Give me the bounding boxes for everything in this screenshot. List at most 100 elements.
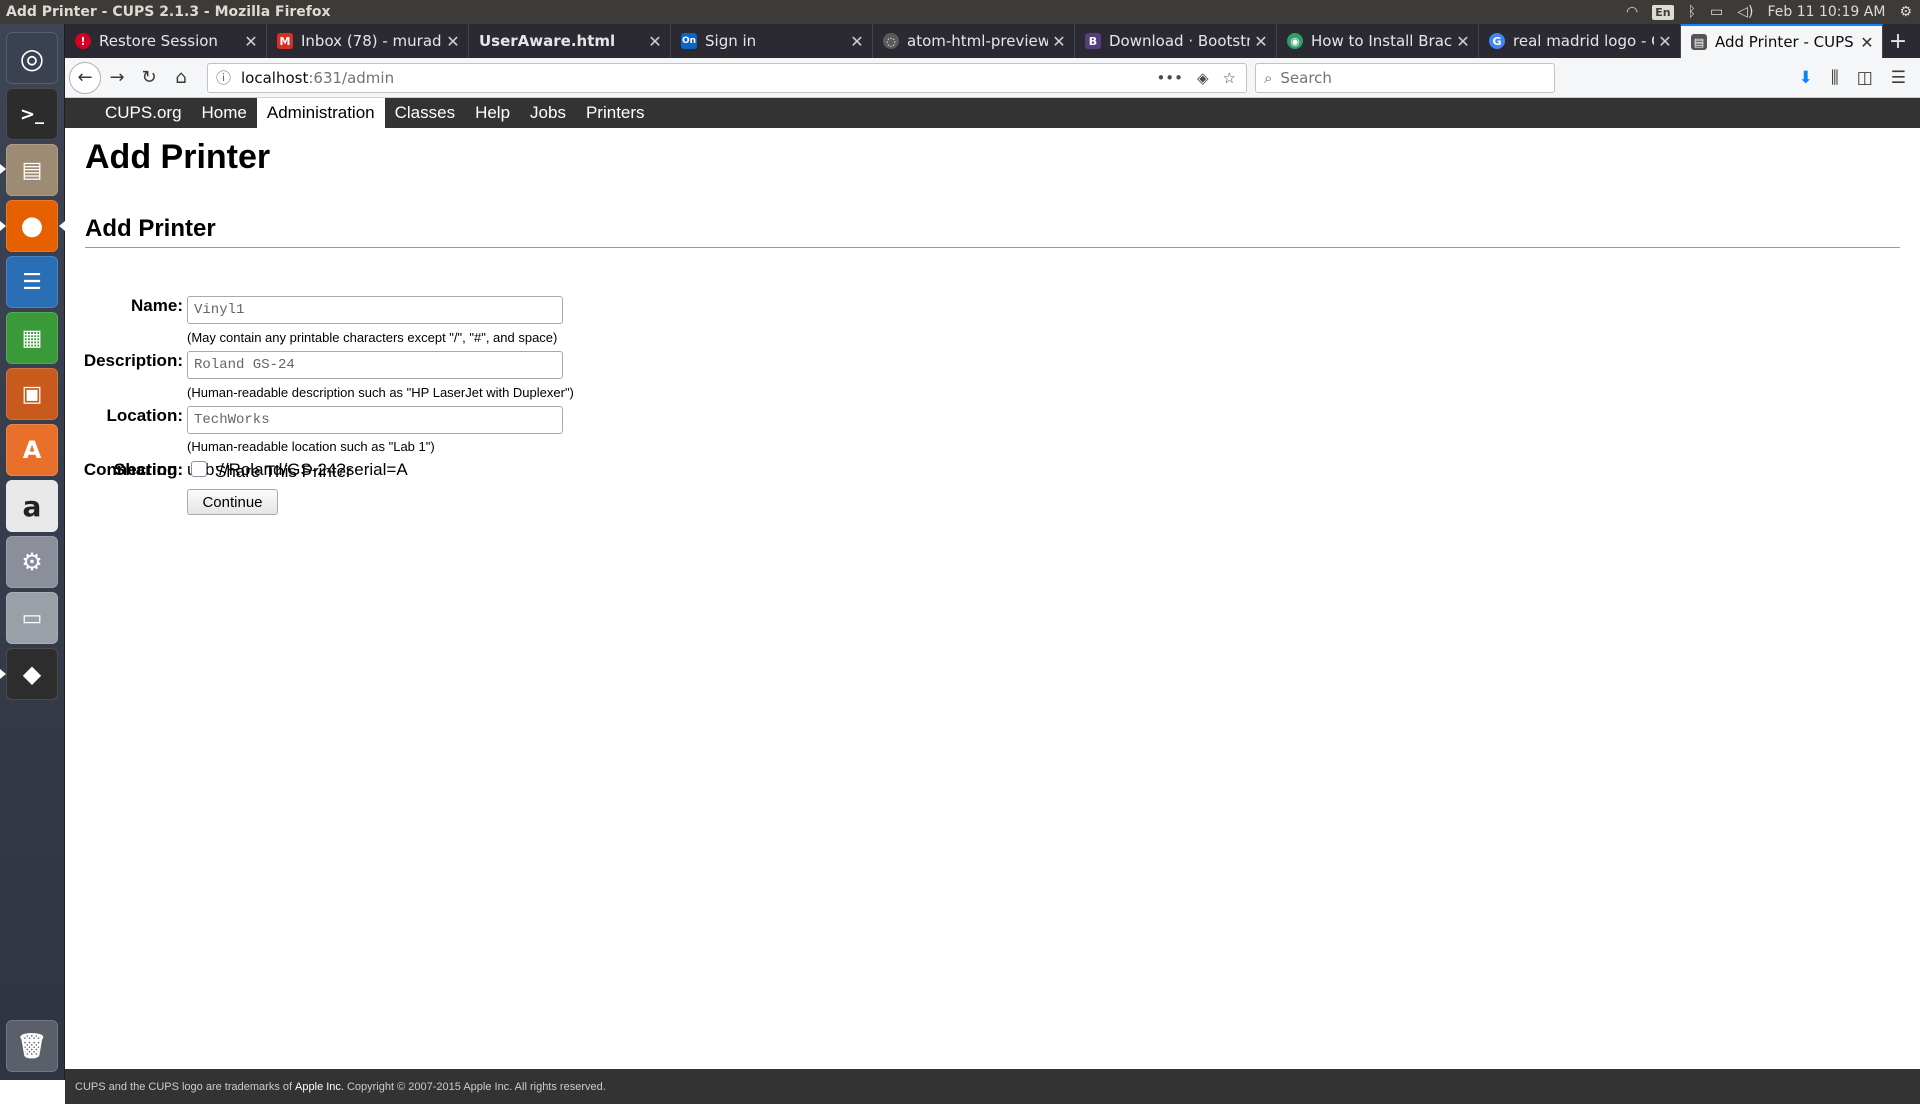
home-icon: ⌂ [175, 67, 187, 88]
share-printer-label[interactable]: Share This Printer [215, 462, 352, 482]
download-icon[interactable]: ⬇ [1799, 68, 1813, 88]
sidebar-icon[interactable]: ◫ [1857, 68, 1873, 88]
forward-button[interactable]: → [101, 62, 133, 94]
spreadsheet-icon[interactable]: ▦ [6, 312, 58, 364]
footer-copyright: Copyright © 2007-2015 Apple Inc. All rig… [346, 1080, 606, 1093]
document-icon[interactable]: ☰ [6, 256, 58, 308]
window-title: Add Printer - CUPS 2.1.3 - Mozilla Firef… [6, 4, 331, 20]
nav-jobs[interactable]: Jobs [520, 98, 576, 128]
cups-navigation: CUPS.org Home Administration Classes Hel… [65, 98, 1920, 128]
close-icon[interactable]: ✕ [1654, 32, 1676, 51]
name-field[interactable]: Vinyl1 [187, 296, 563, 324]
nav-administration[interactable]: Administration [256, 98, 385, 128]
tab-atom-html-preview[interactable]: ◌ atom-html-preview ✕ [873, 24, 1075, 58]
tab-useraware[interactable]: UserAware.html ✕ [469, 24, 671, 58]
running-indicator [0, 669, 6, 679]
running-indicator [0, 164, 6, 174]
tab-google-search[interactable]: G real madrid logo - Go ✕ [1479, 24, 1681, 58]
section-title: Add Printer [85, 215, 216, 242]
tab-label: Download · Bootstra [1109, 32, 1250, 50]
url-actions: ••• ◈ ☆ [1156, 69, 1246, 87]
nav-printers[interactable]: Printers [576, 98, 655, 128]
warning-icon: ! [75, 33, 91, 49]
name-label: Name: [131, 296, 183, 315]
clock[interactable]: Feb 11 10:19 AM [1767, 4, 1885, 20]
presentation-icon[interactable]: ▣ [6, 368, 58, 420]
nav-cups-org[interactable]: CUPS.org [95, 98, 192, 128]
trash-icon[interactable]: 🗑 [6, 1020, 58, 1072]
page-title: Add Printer [85, 138, 271, 176]
close-icon[interactable]: ✕ [1048, 32, 1070, 51]
gear-icon[interactable]: ⚙ [1899, 4, 1912, 20]
tab-inbox[interactable]: M Inbox (78) - muradsa ✕ [267, 24, 469, 58]
reload-button[interactable]: ↻ [133, 62, 165, 94]
terminal-icon[interactable]: >_ [6, 88, 58, 140]
wrench-gear-icon[interactable]: ⚙ [6, 536, 58, 588]
footer-apple-link[interactable]: Apple Inc. [295, 1081, 344, 1093]
indicator-area: ◠ En ᛒ ▭ ◁) Feb 11 10:19 AM ⚙ [1626, 4, 1920, 20]
search-input[interactable]: ⌕ Search [1255, 62, 1555, 93]
disk-drive-icon[interactable]: ▭ [6, 592, 58, 644]
search-placeholder: Search [1280, 68, 1332, 87]
close-icon[interactable]: ✕ [644, 32, 666, 51]
close-icon[interactable]: ✕ [1250, 32, 1272, 51]
location-hint: (Human-readable location such as "Lab 1"… [187, 439, 435, 454]
home-button[interactable]: ⌂ [165, 62, 197, 94]
gmail-icon: M [277, 33, 293, 49]
description-field[interactable]: Roland GS-24 [187, 351, 563, 379]
reload-icon: ↻ [141, 67, 157, 88]
keyboard-layout-indicator[interactable]: En [1652, 4, 1674, 20]
more-actions-icon[interactable]: ••• [1156, 69, 1183, 87]
arrow-left-icon: ← [77, 67, 93, 88]
bootstrap-icon: B [1085, 33, 1101, 49]
name-hint: (May contain any printable characters ex… [187, 330, 558, 345]
bookmark-star-icon[interactable]: ☆ [1223, 69, 1236, 87]
wifi-icon[interactable]: ◠ [1626, 4, 1638, 20]
menu-icon[interactable]: ☰ [1891, 68, 1906, 88]
volume-icon[interactable]: ◁) [1737, 4, 1753, 20]
description-label: Description: [83, 351, 183, 370]
bluetooth-icon[interactable]: ᛒ [1688, 4, 1696, 20]
location-field-value: TechWorks [194, 412, 270, 428]
ubuntu-logo-icon[interactable]: ◎ [6, 32, 58, 84]
info-icon[interactable]: ⓘ [216, 67, 231, 88]
tab-bootstrap[interactable]: B Download · Bootstra ✕ [1075, 24, 1277, 58]
file-cabinet-icon[interactable]: ▤ [6, 144, 58, 196]
close-icon[interactable]: ✕ [240, 32, 262, 51]
pocket-icon[interactable]: ◈ [1197, 69, 1209, 87]
tab-brackets[interactable]: ◉ How to Install Bracke ✕ [1277, 24, 1479, 58]
tab-sign-in[interactable]: On Sign in ✕ [671, 24, 873, 58]
battery-icon[interactable]: ▭ [1710, 4, 1723, 20]
tab-restore-session[interactable]: ! Restore Session ✕ [65, 24, 267, 58]
tab-add-printer[interactable]: ▤ Add Printer - CUPS 2. ✕ [1681, 24, 1883, 58]
url-path: :631/admin [308, 68, 395, 87]
toolbar-buttons: ⬇ ⫼ ◫ ☰ [1799, 68, 1920, 88]
location-field[interactable]: TechWorks [187, 406, 563, 434]
tab-label: Restore Session [99, 32, 218, 50]
inkscape-icon[interactable]: ◆ [6, 648, 58, 700]
tab-strip: ! Restore Session ✕ M Inbox (78) - murad… [65, 24, 1920, 58]
sharing-label: Sharing: [114, 460, 183, 479]
new-tab-button[interactable]: + [1883, 24, 1913, 58]
shopping-bag-icon[interactable]: A [6, 424, 58, 476]
firefox-icon[interactable]: ● [6, 200, 58, 252]
back-button[interactable]: ← [69, 61, 101, 94]
url-bar[interactable]: ⓘ localhost:631/admin ••• ◈ ☆ [207, 62, 1247, 93]
page-footer: CUPS and the CUPS logo are trademarks of… [65, 1069, 1920, 1104]
continue-button[interactable]: Continue [187, 489, 278, 515]
nav-classes[interactable]: Classes [385, 98, 465, 128]
close-icon[interactable]: ✕ [1452, 32, 1474, 51]
share-printer-checkbox[interactable] [191, 461, 207, 477]
nav-help[interactable]: Help [465, 98, 520, 128]
amazon-icon[interactable]: a [6, 480, 58, 532]
section-divider [85, 247, 1900, 248]
tab-label: real madrid logo - Go [1513, 32, 1654, 50]
nav-home[interactable]: Home [192, 98, 257, 128]
close-icon[interactable]: ✕ [1856, 33, 1878, 52]
github-icon: ◌ [883, 33, 899, 49]
library-icon[interactable]: ⫼ [1831, 68, 1839, 88]
description-field-value: Roland GS-24 [194, 357, 295, 373]
close-icon[interactable]: ✕ [846, 32, 868, 51]
tab-label: Sign in [705, 32, 757, 50]
close-icon[interactable]: ✕ [442, 32, 464, 51]
